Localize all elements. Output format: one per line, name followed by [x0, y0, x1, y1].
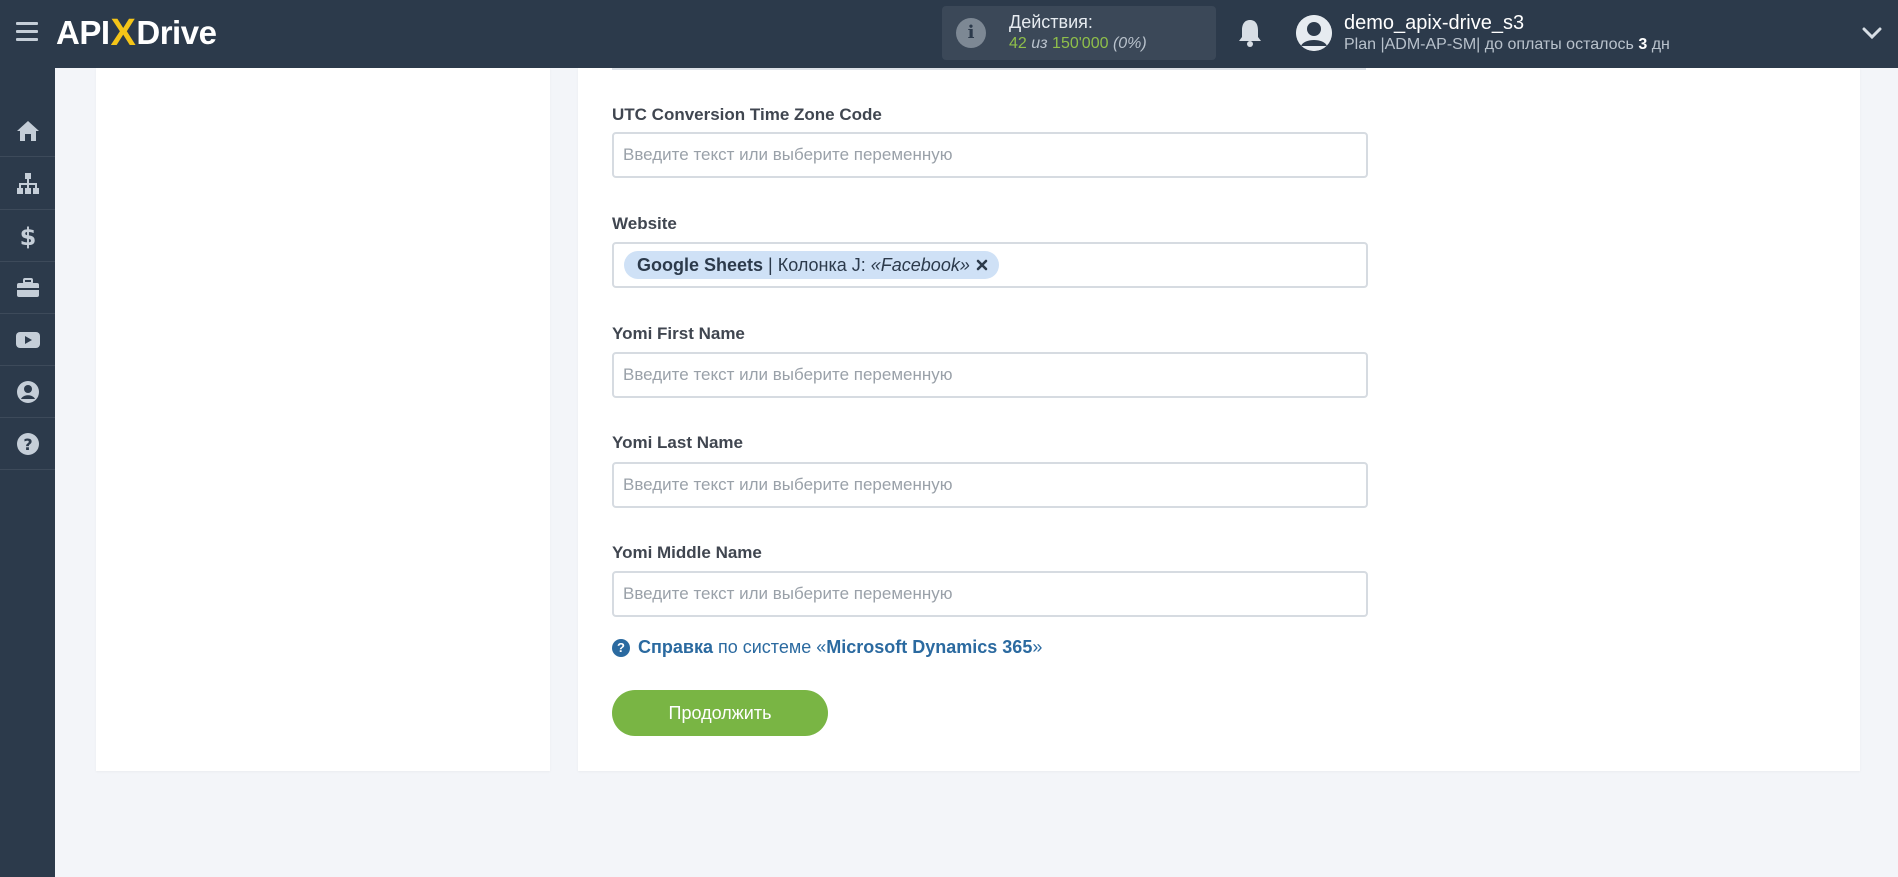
- tag-source: Google Sheets: [637, 254, 764, 275]
- sidebar-item-home[interactable]: [0, 105, 55, 157]
- youtube-icon: [15, 331, 40, 348]
- actions-percent: (0%): [1112, 35, 1147, 52]
- previous-field-border: [612, 68, 1366, 70]
- avatar[interactable]: [1296, 15, 1332, 51]
- yomi-middle-name-input[interactable]: [612, 571, 1368, 617]
- sidebar-item-video[interactable]: [0, 314, 55, 366]
- logo-text-drive: Drive: [136, 14, 217, 51]
- home-icon: [16, 120, 39, 141]
- sidebar: $ ?: [0, 68, 55, 877]
- top-bar: API X Drive i Действия: 42 из 150'000 (0%)…: [0, 0, 1898, 68]
- actions-of: из: [1031, 35, 1048, 52]
- apix-drive-logo[interactable]: API X Drive: [56, 11, 217, 55]
- sidebar-item-connections[interactable]: [0, 158, 55, 210]
- sidebar-item-account[interactable]: [0, 366, 55, 418]
- menu-burger-icon[interactable]: [16, 22, 38, 42]
- chevron-down-icon[interactable]: [1862, 26, 1882, 40]
- sitemap-icon: [16, 172, 39, 194]
- remove-tag-icon[interactable]: [975, 258, 989, 272]
- plan-text: Plan |ADM-AP-SM| до оплаты осталось: [1344, 36, 1634, 53]
- variable-tag[interactable]: Google Sheets | Колонка J: «Facebook»: [624, 251, 999, 279]
- svg-text:?: ?: [23, 435, 32, 454]
- logo-text-x: X: [110, 11, 136, 54]
- sidebar-item-billing[interactable]: $: [0, 210, 55, 262]
- help-system-link[interactable]: Microsoft Dynamics 365: [826, 637, 1032, 658]
- user-circle-icon: [16, 380, 39, 403]
- continue-button[interactable]: Продолжить: [612, 690, 828, 736]
- plan-days-unit: дн: [1651, 36, 1670, 53]
- sidebar-item-tools[interactable]: [0, 262, 55, 314]
- actions-count: 42 из 150'000 (0%): [1009, 35, 1147, 53]
- field-label-website: Website: [612, 214, 677, 233]
- left-panel: [96, 68, 550, 771]
- help-question-icon: ?: [612, 638, 630, 657]
- actions-counter[interactable]: i Действия: 42 из 150'000 (0%): [942, 6, 1216, 60]
- website-input[interactable]: Google Sheets | Колонка J: «Facebook»: [612, 242, 1368, 288]
- plan-days: 3: [1638, 36, 1648, 53]
- logo-text-api: API: [56, 14, 110, 51]
- utc-timezone-input[interactable]: [612, 132, 1368, 178]
- help-text: по системе «: [717, 637, 827, 657]
- bell-icon[interactable]: [1236, 18, 1264, 48]
- briefcase-icon: [16, 277, 39, 297]
- field-label-yomi-first-name: Yomi First Name: [612, 324, 745, 343]
- svg-text:$: $: [19, 223, 36, 249]
- tag-value: «Facebook»: [870, 254, 970, 275]
- yomi-last-name-input[interactable]: [612, 462, 1368, 508]
- user-plan: Plan |ADM-AP-SM| до оплаты осталось 3 дн: [1344, 36, 1670, 54]
- help-link[interactable]: Справка: [638, 637, 713, 658]
- actions-used: 42: [1009, 35, 1027, 52]
- field-label-utc-timezone: UTC Conversion Time Zone Code: [612, 105, 882, 124]
- yomi-first-name-input[interactable]: [612, 352, 1368, 398]
- sidebar-item-help[interactable]: ?: [0, 418, 55, 470]
- actions-title: Действия:: [1009, 12, 1093, 32]
- dollar-icon: $: [19, 223, 36, 249]
- field-label-yomi-last-name: Yomi Last Name: [612, 433, 744, 452]
- tag-separator: |: [768, 254, 773, 275]
- info-icon: i: [956, 18, 986, 48]
- help-line: ? Справка по системе «Microsoft Dynamics…: [612, 637, 1042, 658]
- main-form-panel: UTC Conversion Time Zone Code Website Go…: [578, 68, 1860, 771]
- help-text-end: »: [1032, 637, 1043, 657]
- question-circle-icon: ?: [16, 432, 39, 455]
- actions-total: 150'000: [1052, 35, 1109, 52]
- tag-column: Колонка J:: [777, 254, 866, 275]
- user-name[interactable]: demo_apix-drive_s3: [1344, 12, 1524, 35]
- field-label-yomi-middle-name: Yomi Middle Name: [612, 543, 762, 562]
